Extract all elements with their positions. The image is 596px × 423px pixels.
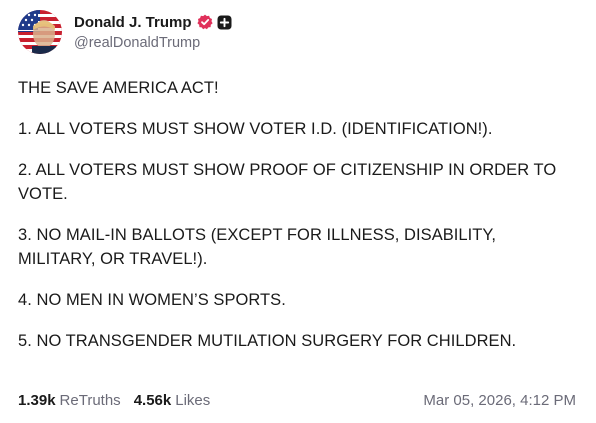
post-paragraph: 5. NO TRANSGENDER MUTILATION SURGERY FOR… — [18, 332, 517, 350]
author-names: Donald J. Trump @realDonaldTrump — [74, 11, 232, 53]
post-timestamp[interactable]: Mar 05, 2026, 4:12 PM — [423, 392, 576, 409]
post-body: THE SAVE AMERICA ACT! 1. ALL VOTERS MUST… — [18, 76, 578, 370]
post-footer: 1.39k ReTruths 4.56k Likes Mar 05, 2026,… — [18, 389, 576, 411]
author-avatar[interactable] — [18, 10, 62, 54]
post-paragraph: 1. ALL VOTERS MUST SHOW VOTER I.D. (IDEN… — [18, 120, 493, 138]
likes-stat[interactable]: 4.56k Likes — [134, 392, 211, 409]
retruths-stat[interactable]: 1.39k ReTruths — [18, 392, 121, 409]
post-card: Donald J. Trump @realDonaldTrump THE SAV… — [0, 0, 596, 423]
post-header: Donald J. Trump @realDonaldTrump — [18, 8, 232, 56]
plus-square-icon[interactable] — [217, 15, 232, 30]
post-paragraph: 2. ALL VOTERS MUST SHOW PROOF OF CITIZEN… — [18, 161, 557, 203]
avatar-image — [18, 10, 62, 54]
author-display-name[interactable]: Donald J. Trump — [74, 14, 192, 31]
retruths-label: ReTruths — [59, 391, 121, 409]
verified-badge-icon — [196, 14, 213, 30]
post-paragraph: 4. NO MEN IN WOMEN’S SPORTS. — [18, 291, 286, 309]
retruths-count: 1.39k — [18, 391, 56, 409]
post-paragraph: THE SAVE AMERICA ACT! — [18, 79, 219, 97]
author-handle[interactable]: @realDonaldTrump — [74, 33, 232, 53]
post-paragraph: 3. NO MAIL-IN BALLOTS (EXCEPT FOR ILLNES… — [18, 226, 496, 268]
author-name-row: Donald J. Trump — [74, 11, 232, 33]
likes-count: 4.56k — [133, 391, 172, 409]
likes-label: Likes — [175, 391, 211, 409]
